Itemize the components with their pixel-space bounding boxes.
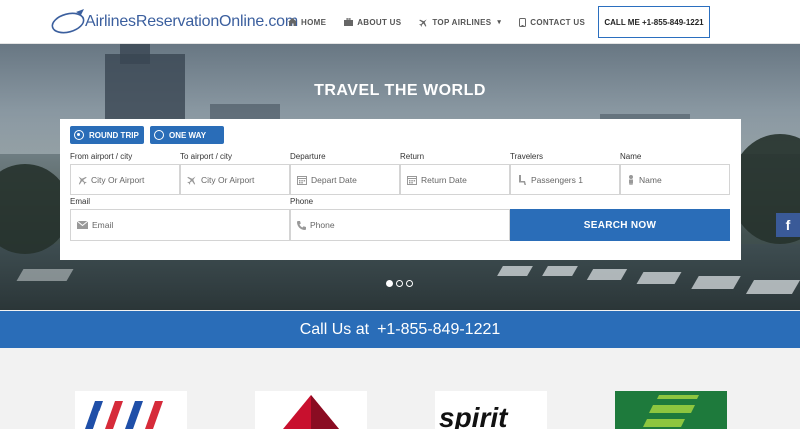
calendar-icon xyxy=(297,175,307,185)
carousel-dot[interactable] xyxy=(406,280,413,287)
depart-placeholder: Depart Date xyxy=(311,174,357,185)
spirit-logo-icon: spirit xyxy=(439,402,509,429)
nav-top-airlines-label: TOP AIRLINES xyxy=(432,17,492,27)
passengers-select[interactable]: Passengers 1 xyxy=(510,164,620,195)
hero-title: TRAVEL THE WORLD xyxy=(314,82,486,99)
nav-about-us[interactable]: ABOUT US xyxy=(344,18,401,27)
logo-text: AirlinesReservationOnline.com xyxy=(85,13,298,30)
name-label: Name xyxy=(620,152,642,161)
call-me-button[interactable]: CALL ME +1-855-849-1221 xyxy=(598,6,710,38)
hero-lounger xyxy=(16,269,74,281)
name-placeholder: Name xyxy=(639,174,662,185)
main-nav: HOME ABOUT US TOP AIRLINES ▾ CONTACT US xyxy=(288,0,585,44)
radio-unchecked-icon xyxy=(154,130,164,140)
email-placeholder: Email xyxy=(92,220,114,230)
email-input[interactable]: Email xyxy=(70,209,290,241)
email-label: Email xyxy=(70,197,91,206)
site-logo[interactable]: AirlinesReservationOnline.com xyxy=(50,6,298,38)
return-placeholder: Return Date xyxy=(421,174,467,185)
plane-icon xyxy=(419,18,428,27)
united-airlines-logo[interactable] xyxy=(75,391,187,429)
site-header: AirlinesReservationOnline.com HOME ABOUT… xyxy=(0,0,800,44)
carousel-dot[interactable] xyxy=(386,280,393,287)
facebook-icon: f xyxy=(785,217,791,233)
delta-logo-icon xyxy=(283,395,339,429)
from-placeholder: City Or Airport xyxy=(91,174,145,185)
calendar-icon xyxy=(407,175,417,185)
return-date-input[interactable]: Return Date xyxy=(400,164,510,195)
hero-lounger xyxy=(497,266,533,276)
phone-input[interactable]: Phone xyxy=(290,209,510,241)
call-us-phone[interactable]: +1-855-849-1221 xyxy=(377,321,500,339)
from-airport-input[interactable]: City Or Airport xyxy=(70,164,180,195)
nav-home[interactable]: HOME xyxy=(288,18,326,27)
depart-date-input[interactable]: Depart Date xyxy=(290,164,400,195)
return-label: Return xyxy=(400,152,425,161)
name-input[interactable]: Name xyxy=(620,164,730,195)
logo-swoosh-icon xyxy=(51,9,85,34)
hero-lounger xyxy=(745,280,800,294)
hero-lounger xyxy=(691,276,741,289)
hero-lounger xyxy=(636,272,682,284)
round-trip-toggle[interactable]: ROUND TRIP xyxy=(70,126,144,144)
one-way-toggle[interactable]: ONE WAY xyxy=(150,126,224,144)
united-logo-icon xyxy=(85,401,163,429)
hero-building-top xyxy=(120,44,150,64)
to-label: To airport / city xyxy=(180,152,233,161)
carousel-indicators xyxy=(386,280,413,287)
travelers-label: Travelers xyxy=(510,152,544,161)
nav-about-label: ABOUT US xyxy=(357,17,402,27)
phone-icon xyxy=(519,17,527,27)
briefcase-icon xyxy=(344,18,354,26)
plane-icon xyxy=(187,175,196,185)
plane-icon xyxy=(78,175,87,185)
passengers-value: Passengers 1 xyxy=(531,174,583,185)
phone-icon xyxy=(297,220,306,230)
round-trip-label: ROUND TRIP xyxy=(89,130,139,140)
call-us-banner[interactable]: Call Us at +1-855-849-1221 xyxy=(0,311,800,348)
from-label: From airport / city xyxy=(70,152,133,161)
nav-contact-us[interactable]: CONTACT US xyxy=(519,17,586,27)
to-airport-input[interactable]: City Or Airport xyxy=(180,164,290,195)
search-now-button[interactable]: SEARCH NOW xyxy=(510,209,730,241)
hero-lounger xyxy=(542,266,578,276)
booking-form: ROUND TRIP ONE WAY From airport / city T… xyxy=(60,119,741,260)
seat-icon xyxy=(519,174,526,185)
frontier-airlines-logo[interactable] xyxy=(615,391,727,429)
home-icon xyxy=(288,18,297,26)
spirit-airlines-logo[interactable]: spirit xyxy=(435,391,547,429)
phone-label: Phone xyxy=(290,197,314,206)
chevron-down-icon: ▾ xyxy=(497,19,502,26)
airline-logos: spirit xyxy=(0,348,800,429)
frontier-logo-icon xyxy=(615,391,727,429)
hero-lounger xyxy=(586,269,628,280)
delta-airlines-logo[interactable] xyxy=(255,391,367,429)
call-us-prefix: Call Us at xyxy=(299,320,370,338)
user-icon xyxy=(629,174,633,185)
radio-checked-icon xyxy=(74,130,84,140)
nav-home-label: HOME xyxy=(301,17,327,27)
nav-top-airlines[interactable]: TOP AIRLINES ▾ xyxy=(419,18,501,27)
carousel-dot[interactable] xyxy=(396,280,403,287)
svg-text:spirit: spirit xyxy=(439,402,509,429)
facebook-share-button[interactable]: f xyxy=(776,213,800,237)
phone-placeholder: Phone xyxy=(310,220,335,230)
to-placeholder: City Or Airport xyxy=(201,174,255,185)
one-way-label: ONE WAY xyxy=(169,130,207,140)
nav-contact-label: CONTACT US xyxy=(530,17,586,27)
envelope-icon xyxy=(77,221,88,229)
departure-label: Departure xyxy=(290,152,326,161)
